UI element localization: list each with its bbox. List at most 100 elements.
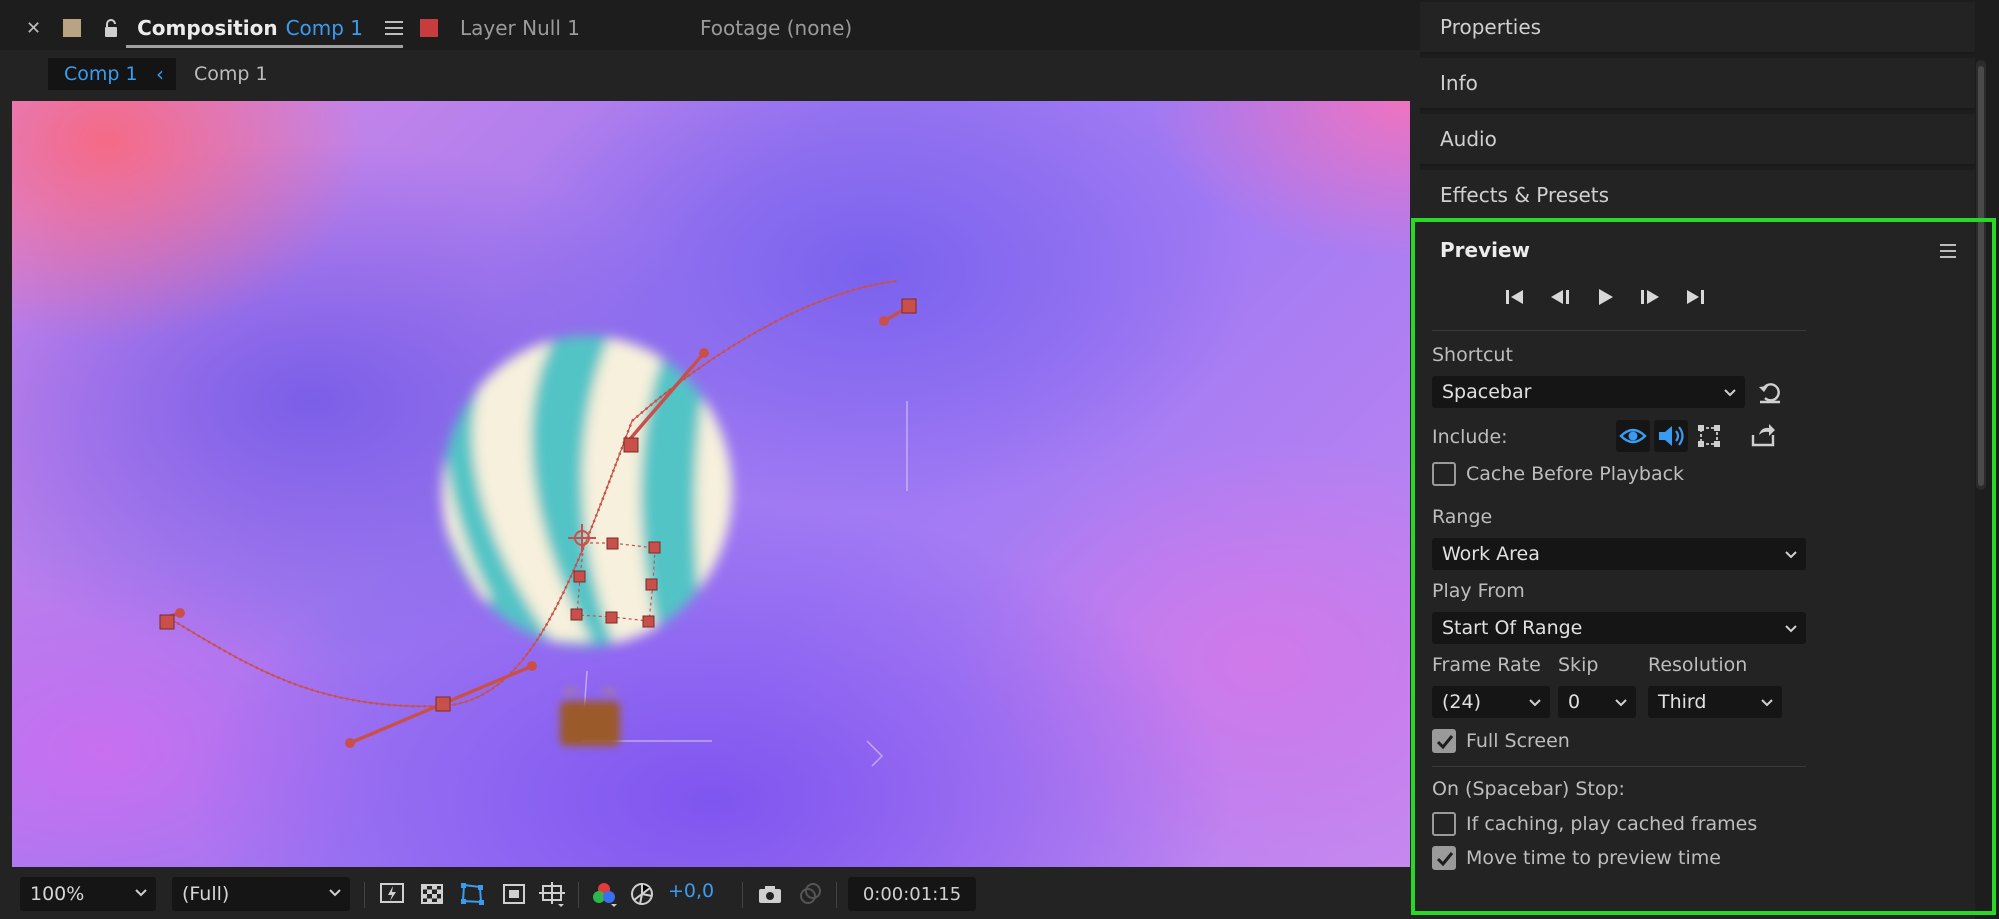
include-audio-toggle[interactable] [1654,420,1688,452]
first-frame-icon[interactable] [1500,282,1530,312]
reset-exposure-icon[interactable] [628,880,656,908]
panel-audio[interactable]: Audio [1420,114,1975,166]
comp-color-swatch-icon [63,19,82,37]
panel-menu-icon[interactable] [385,21,404,35]
resolution-value: (Full) [182,883,230,905]
footage-tab-label: Footage (none) [700,16,853,40]
panel-tab-bar: ✕ Composition Comp 1 Layer Null 1 Footag… [0,0,1420,50]
close-icon[interactable]: ✕ [26,18,41,39]
show-snapshot-icon[interactable] [796,880,824,908]
play-from-value: Start Of Range [1442,617,1583,639]
play-icon[interactable] [1590,282,1620,312]
exposure-value[interactable]: +0,0 [668,880,714,902]
chevron-down-icon [135,889,147,897]
skip-value: 0 [1568,691,1581,713]
preview-resolution-dropdown[interactable]: Third [1648,686,1782,718]
shortcut-dropdown[interactable]: Spacebar [1432,376,1745,408]
chevron-down-icon [1724,389,1736,397]
include-toggles [1616,420,1776,452]
current-time-display[interactable]: 0:00:01:15 [848,877,976,911]
divider [1432,330,1806,331]
move-time-checkbox[interactable] [1432,846,1456,870]
hot-air-balloon [442,336,732,646]
full-screen-checkbox[interactable] [1432,729,1456,753]
eye-icon [1619,428,1647,444]
include-overlays-toggle[interactable] [1692,420,1726,452]
reset-icon[interactable] [1756,378,1784,406]
last-frame-icon[interactable] [1680,282,1710,312]
chevron-down-icon [1785,625,1797,633]
checkmark-icon [1436,735,1454,750]
chevron-down-icon [1785,551,1797,559]
viewer-canvas [159,279,917,767]
breadcrumb-item[interactable]: Comp 1 [194,58,268,90]
full-screen-label: Full Screen [1466,730,1570,752]
chevron-left-icon[interactable]: ‹ [156,58,164,90]
export-icon [1751,424,1775,447]
play-cached-frames-checkbox[interactable] [1432,812,1456,836]
checkmark-icon [1436,852,1454,867]
composition-tab-label: Composition [137,16,278,40]
preview-resolution-value: Third [1658,691,1707,713]
viewer-toolbar: 100% (Full) +0,0 0:00:01:15 [12,874,1410,914]
chevron-down-icon [1615,699,1627,707]
range-dropdown[interactable]: Work Area [1432,538,1806,570]
playback-controls [1500,282,1760,314]
divider [1432,766,1806,767]
breadcrumb: Comp 1 ‹ Comp 1 [0,54,1420,94]
skip-label: Skip [1558,654,1599,676]
grid-guides-icon[interactable] [538,880,566,908]
overlay-bounds-icon [1698,425,1720,447]
panel-info[interactable]: Info [1420,58,1975,110]
camera-snapshot-icon[interactable] [756,880,784,908]
move-time-label: Move time to preview time [1466,847,1721,869]
magnification-dropdown[interactable]: 100% [20,877,156,911]
cache-before-playback-checkbox[interactable] [1432,462,1456,486]
include-video-toggle[interactable] [1616,420,1650,452]
transparency-grid-icon[interactable] [418,880,446,908]
balloon-basket [560,689,620,746]
right-panel-stack: Properties Info Audio Effects & Presets … [1420,0,1999,919]
layer-tab-label: Layer Null 1 [460,16,580,40]
composition-viewer[interactable] [12,101,1410,867]
include-label: Include: [1432,426,1508,448]
cache-before-playback-label: Cache Before Playback [1466,463,1685,485]
tab-layer[interactable]: Layer Null 1 [420,10,580,46]
panel-audio-label: Audio [1440,127,1497,151]
panel-menu-icon[interactable] [1940,244,1956,258]
panel-effects-presets-label: Effects & Presets [1440,183,1610,207]
export-icon-button[interactable] [1746,420,1780,452]
panel-properties[interactable]: Properties [1420,2,1975,54]
play-from-label: Play From [1432,580,1525,602]
panel-effects-presets[interactable]: Effects & Presets [1420,170,1975,222]
lock-icon[interactable] [103,18,119,38]
on-stop-label: On (Spacebar) Stop: [1432,778,1625,800]
range-label: Range [1432,506,1493,528]
resolution-dropdown[interactable]: (Full) [172,877,350,911]
play-cached-frames-label: If caching, play cached frames [1466,813,1758,835]
frame-rate-dropdown[interactable]: (24) [1432,686,1550,718]
tab-composition[interactable]: ✕ Composition Comp 1 [26,10,404,48]
preview-panel: Preview Shortcut Spacebar Include: Cache… [1420,222,1975,919]
fast-previews-icon[interactable] [378,880,406,908]
preview-panel-title: Preview [1440,238,1531,262]
previous-frame-icon[interactable] [1545,282,1575,312]
toolbar-separator [742,882,743,908]
panel-properties-label: Properties [1440,15,1542,39]
skip-dropdown[interactable]: 0 [1558,686,1636,718]
shortcut-value: Spacebar [1442,381,1532,403]
tab-footage[interactable]: Footage (none) [700,10,852,46]
composition-tab-name: Comp 1 [285,16,364,40]
region-of-interest-icon[interactable] [500,880,528,908]
toolbar-separator [578,882,579,908]
frame-rate-value: (24) [1442,691,1482,713]
layer-color-swatch-icon [420,19,438,37]
chevron-down-icon [1761,699,1773,707]
play-from-dropdown[interactable]: Start Of Range [1432,612,1806,644]
scrollbar-thumb[interactable] [1978,66,1984,486]
composition-panel: ✕ Composition Comp 1 Layer Null 1 Footag… [0,0,1420,919]
mask-path-visibility-icon[interactable] [458,880,486,908]
shortcut-label: Shortcut [1432,344,1513,366]
color-channels-icon[interactable] [590,880,618,908]
next-frame-icon[interactable] [1635,282,1665,312]
